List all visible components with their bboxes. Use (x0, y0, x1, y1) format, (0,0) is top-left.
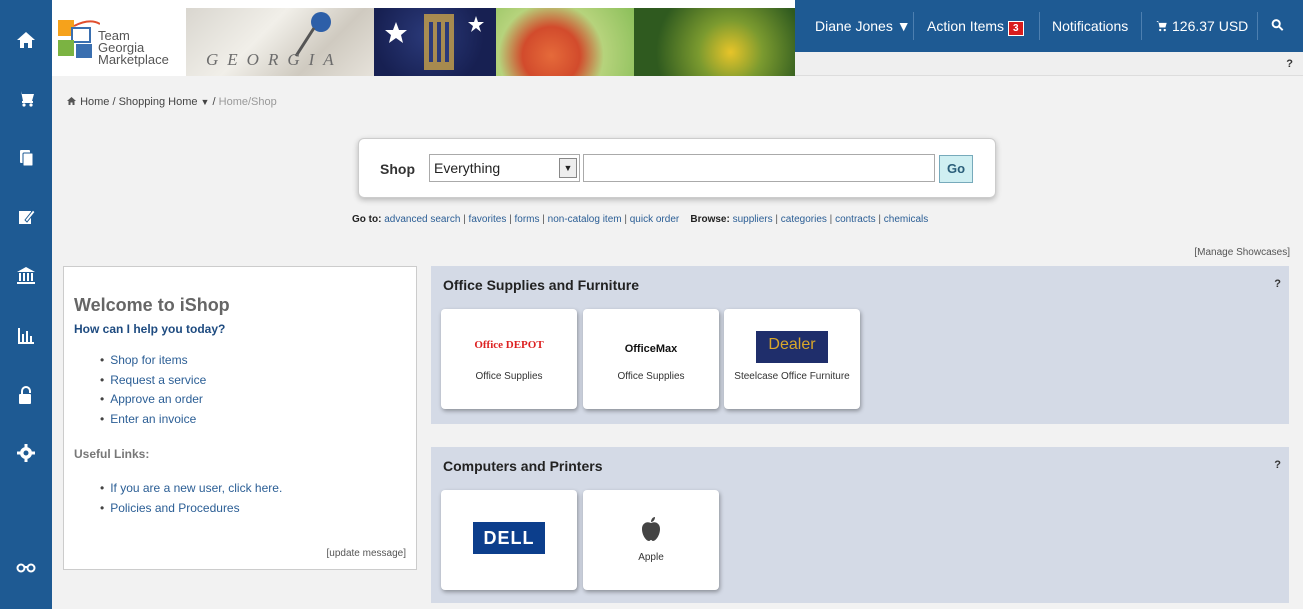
new-user-link[interactable]: If you are a new user, click here. (100, 481, 282, 501)
showcase-computers: Computers and Printers ? DELL Apple (431, 447, 1289, 603)
banner: Team Georgia Marketplace GEORGIA (52, 0, 795, 76)
welcome-title: Welcome to iShop (74, 295, 230, 315)
forms-link[interactable]: forms (515, 214, 540, 225)
left-nav (0, 0, 52, 609)
search-input[interactable] (583, 154, 935, 182)
dropdown-arrow-icon[interactable]: ▼ (559, 158, 577, 178)
policies-link[interactable]: Policies and Procedures (100, 501, 282, 521)
dell-logo-text: DELL (473, 522, 545, 554)
user-menu[interactable]: Diane Jones ▼ (815, 18, 911, 34)
favorites-link[interactable]: favorites (469, 214, 507, 225)
welcome-panel: Welcome to iShop How can I help you toda… (63, 266, 417, 570)
action-items-label: Action Items (927, 18, 1005, 34)
dell-logo: DELL (441, 522, 577, 554)
topbar-separator (913, 12, 914, 40)
tile-label: Office Supplies (617, 371, 685, 382)
showcase-office-supplies: Office Supplies and Furniture ? Office D… (431, 266, 1289, 424)
action-items-badge: 3 (1008, 21, 1024, 36)
chevron-down-icon[interactable]: ▼ (201, 97, 210, 107)
dealer-tile[interactable]: Dealer Steelcase Office Furniture (724, 309, 860, 409)
officemax-tile[interactable]: OfficeMax Office Supplies (583, 309, 719, 409)
binoculars-icon[interactable] (0, 546, 52, 586)
tile-label: Steelcase Office Furniture (734, 371, 850, 382)
office-depot-logo: Office DEPOT (474, 339, 544, 351)
tile-label: Office Supplies (475, 371, 543, 382)
request-service-link[interactable]: Request a service (100, 373, 206, 393)
search-label: Shop (380, 161, 415, 177)
action-items-link[interactable]: Action Items 3 (927, 18, 1024, 36)
welcome-subtitle: How can I help you today? (74, 322, 226, 336)
home-icon[interactable] (0, 20, 52, 60)
notifications-link[interactable]: Notifications (1052, 18, 1128, 34)
seal-stars-icon (385, 14, 484, 70)
categories-link[interactable]: categories (781, 214, 827, 225)
home-icon[interactable] (66, 96, 77, 106)
cart-logo-icon (58, 20, 100, 58)
task-list: Shop for items Request a service Approve… (100, 353, 206, 431)
useful-links-list: If you are a new user, click here. Polic… (100, 481, 282, 520)
help-icon[interactable]: ? (1286, 58, 1293, 70)
reports-icon[interactable] (0, 316, 52, 356)
contracts-link[interactable]: contracts (835, 214, 876, 225)
tile-label: Apple (638, 552, 664, 563)
team-georgia-marketplace-logo[interactable]: Team Georgia Marketplace (54, 8, 186, 74)
cart-total: 126.37 USD (1172, 18, 1249, 34)
cart-link[interactable]: 126.37 USD (1155, 18, 1248, 34)
settings-icon[interactable] (0, 433, 52, 473)
topbar-separator (1141, 12, 1142, 40)
logo-line-marketplace: Marketplace (98, 52, 169, 67)
help-icon[interactable]: ? (1274, 459, 1281, 471)
non-catalog-item-link[interactable]: non-catalog item (548, 214, 622, 225)
enter-invoice-link[interactable]: Enter an invoice (100, 412, 206, 432)
approve-order-link[interactable]: Approve an order (100, 392, 206, 412)
showcase-title: Computers and Printers (443, 458, 603, 474)
manage-showcases-link[interactable]: [Manage Showcases] (1194, 247, 1290, 258)
officemax-logo: OfficeMax (624, 343, 678, 355)
showcase-title: Office Supplies and Furniture (443, 277, 640, 293)
institution-icon[interactable] (0, 256, 52, 296)
top-bar: Diane Jones ▼ Action Items 3 Notification… (795, 0, 1303, 52)
dealer-logo-text: Dealer (756, 331, 828, 363)
browse-label: Browse: (690, 214, 730, 225)
apple-icon (583, 516, 719, 547)
update-message-link[interactable]: [update message] (327, 548, 407, 559)
suppliers-link[interactable]: suppliers (733, 214, 773, 225)
topbar-separator (1039, 12, 1040, 40)
office-depot-tile[interactable]: Office DEPOT Office Supplies (441, 309, 577, 409)
flower-photo (634, 8, 795, 76)
shop-for-items-link[interactable]: Shop for items (100, 353, 206, 373)
search-scope-value: Everything (434, 160, 501, 176)
documents-icon[interactable] (0, 138, 52, 178)
map-photo: GEORGIA (186, 8, 374, 76)
lock-icon[interactable] (0, 375, 52, 415)
go-button[interactable]: Go (939, 155, 973, 183)
quick-order-link[interactable]: quick order (630, 214, 679, 225)
cart-icon (1156, 20, 1167, 32)
dell-tile[interactable]: DELL (441, 490, 577, 590)
state-seal-photo (374, 8, 496, 76)
advanced-search-link[interactable]: advanced search (384, 214, 460, 225)
apple-tile[interactable]: Apple (583, 490, 719, 590)
dealer-logo: Dealer (724, 331, 860, 363)
breadcrumb-shopping-home[interactable]: Shopping Home (119, 96, 198, 108)
breadcrumb-home[interactable]: Home (80, 96, 109, 108)
peach-photo (496, 8, 634, 76)
topbar-separator (1257, 12, 1258, 40)
edit-icon[interactable] (0, 197, 52, 237)
goto-links: Go to: advanced search | favorites | for… (352, 214, 929, 225)
useful-links-label: Useful Links: (74, 447, 150, 461)
goto-label: Go to: (352, 214, 382, 225)
map-georgia-text: GEORGIA (206, 50, 343, 69)
logo-text: Team Georgia Marketplace (98, 29, 169, 67)
breadcrumb: Home / Shopping Home ▼ / Home/Shop (66, 96, 277, 108)
breadcrumb-current: Home/Shop (218, 96, 277, 108)
sub-bar: ? (795, 52, 1303, 76)
chemicals-link[interactable]: chemicals (884, 214, 928, 225)
cart-icon[interactable] (0, 78, 52, 118)
shop-search-box: Shop Everything ▼ Go (358, 138, 996, 198)
search-scope-select[interactable]: Everything ▼ (429, 154, 580, 182)
help-icon[interactable]: ? (1274, 278, 1281, 290)
search-icon[interactable] (1271, 18, 1284, 35)
